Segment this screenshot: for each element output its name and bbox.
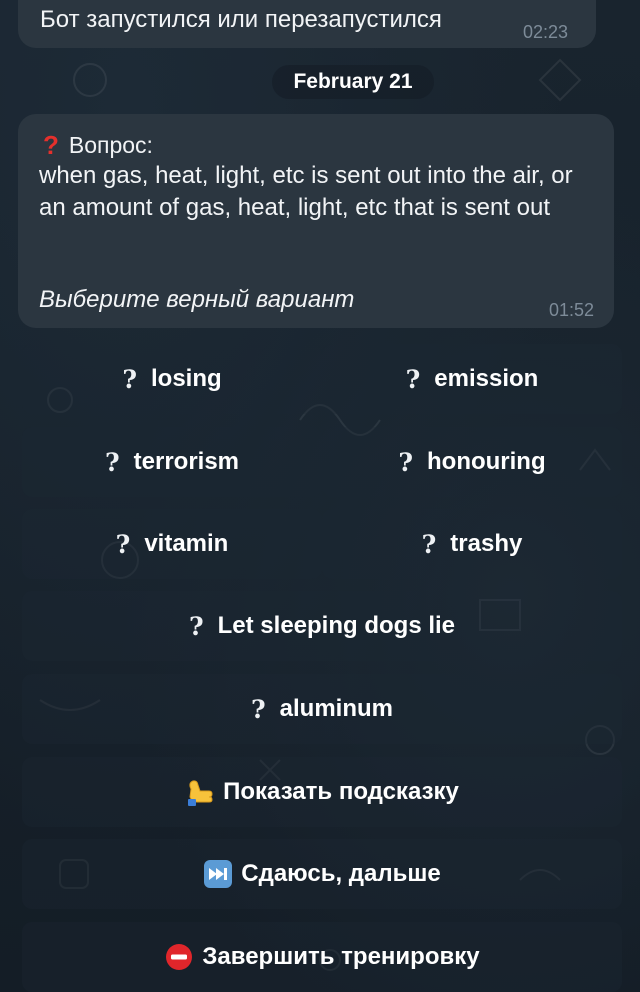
answer-label: emission — [434, 365, 539, 392]
red-question-mark-icon: ? — [43, 130, 59, 160]
question-mark-icon: ? — [421, 529, 437, 559]
message-bubble-question: ? Вопрос: when gas, heat, light, etc is … — [18, 114, 614, 328]
answer-label: vitamin — [144, 530, 229, 557]
question-mark-icon: ? — [122, 364, 137, 394]
question-mark-icon: ? — [405, 364, 421, 394]
next-track-icon — [204, 860, 233, 888]
message-bubble-bot-started: Бот запустился или перезапустился 02:23 — [18, 0, 596, 48]
finish-training-label: Завершить тренировку — [202, 943, 480, 970]
answer-label: trashy — [450, 530, 523, 557]
question-prompt: Выберите верный вариант — [39, 286, 355, 313]
message-time: 01:52 — [548, 300, 594, 320]
question-mark-icon: ? — [115, 529, 131, 559]
stop-sign-icon — [166, 944, 193, 970]
answer-label: terrorism — [133, 448, 240, 475]
answer-button-vitamin[interactable]: ? vitamin — [22, 509, 322, 579]
answer-button-trashy[interactable]: ? trashy — [322, 509, 622, 579]
show-hint-button[interactable]: Показать подсказку — [22, 757, 622, 827]
question-definition: when gas, heat, light, etc is sent out i… — [39, 162, 573, 221]
question-mark-icon: ? — [188, 611, 204, 641]
answer-button-let-sleeping-dogs-lie[interactable]: ? Let sleeping dogs lie — [22, 591, 622, 661]
answer-button-emission[interactable]: ? emission — [322, 344, 622, 414]
call-me-hand-icon — [188, 780, 213, 806]
question-mark-icon: ? — [398, 447, 413, 477]
date-separator: February 21 — [272, 65, 434, 99]
answer-label: aluminum — [279, 695, 393, 722]
answer-button-aluminum[interactable]: ? aluminum — [22, 674, 622, 744]
answer-button-honouring[interactable]: ? honouring — [322, 427, 622, 497]
question-mark-icon: ? — [251, 694, 266, 724]
give-up-next-button[interactable]: Сдаюсь, дальше — [22, 839, 622, 909]
question-mark-icon: ? — [104, 447, 120, 477]
show-hint-label: Показать подсказку — [223, 778, 459, 805]
finish-training-button[interactable]: Завершить тренировку — [22, 922, 622, 992]
give-up-next-label: Сдаюсь, дальше — [241, 860, 441, 887]
message-text: Бот запустился или перезапустился — [40, 6, 442, 33]
answer-button-losing[interactable]: ? losing — [22, 344, 322, 414]
question-heading-row: ? Вопрос: — [39, 130, 592, 160]
answer-label: Let sleeping dogs lie — [217, 612, 456, 639]
answer-label: honouring — [427, 448, 546, 475]
answer-label: losing — [150, 365, 222, 392]
message-time: 02:23 — [522, 22, 568, 42]
question-heading: Вопрос: — [68, 132, 153, 158]
answer-button-terrorism[interactable]: ? terrorism — [22, 427, 322, 497]
